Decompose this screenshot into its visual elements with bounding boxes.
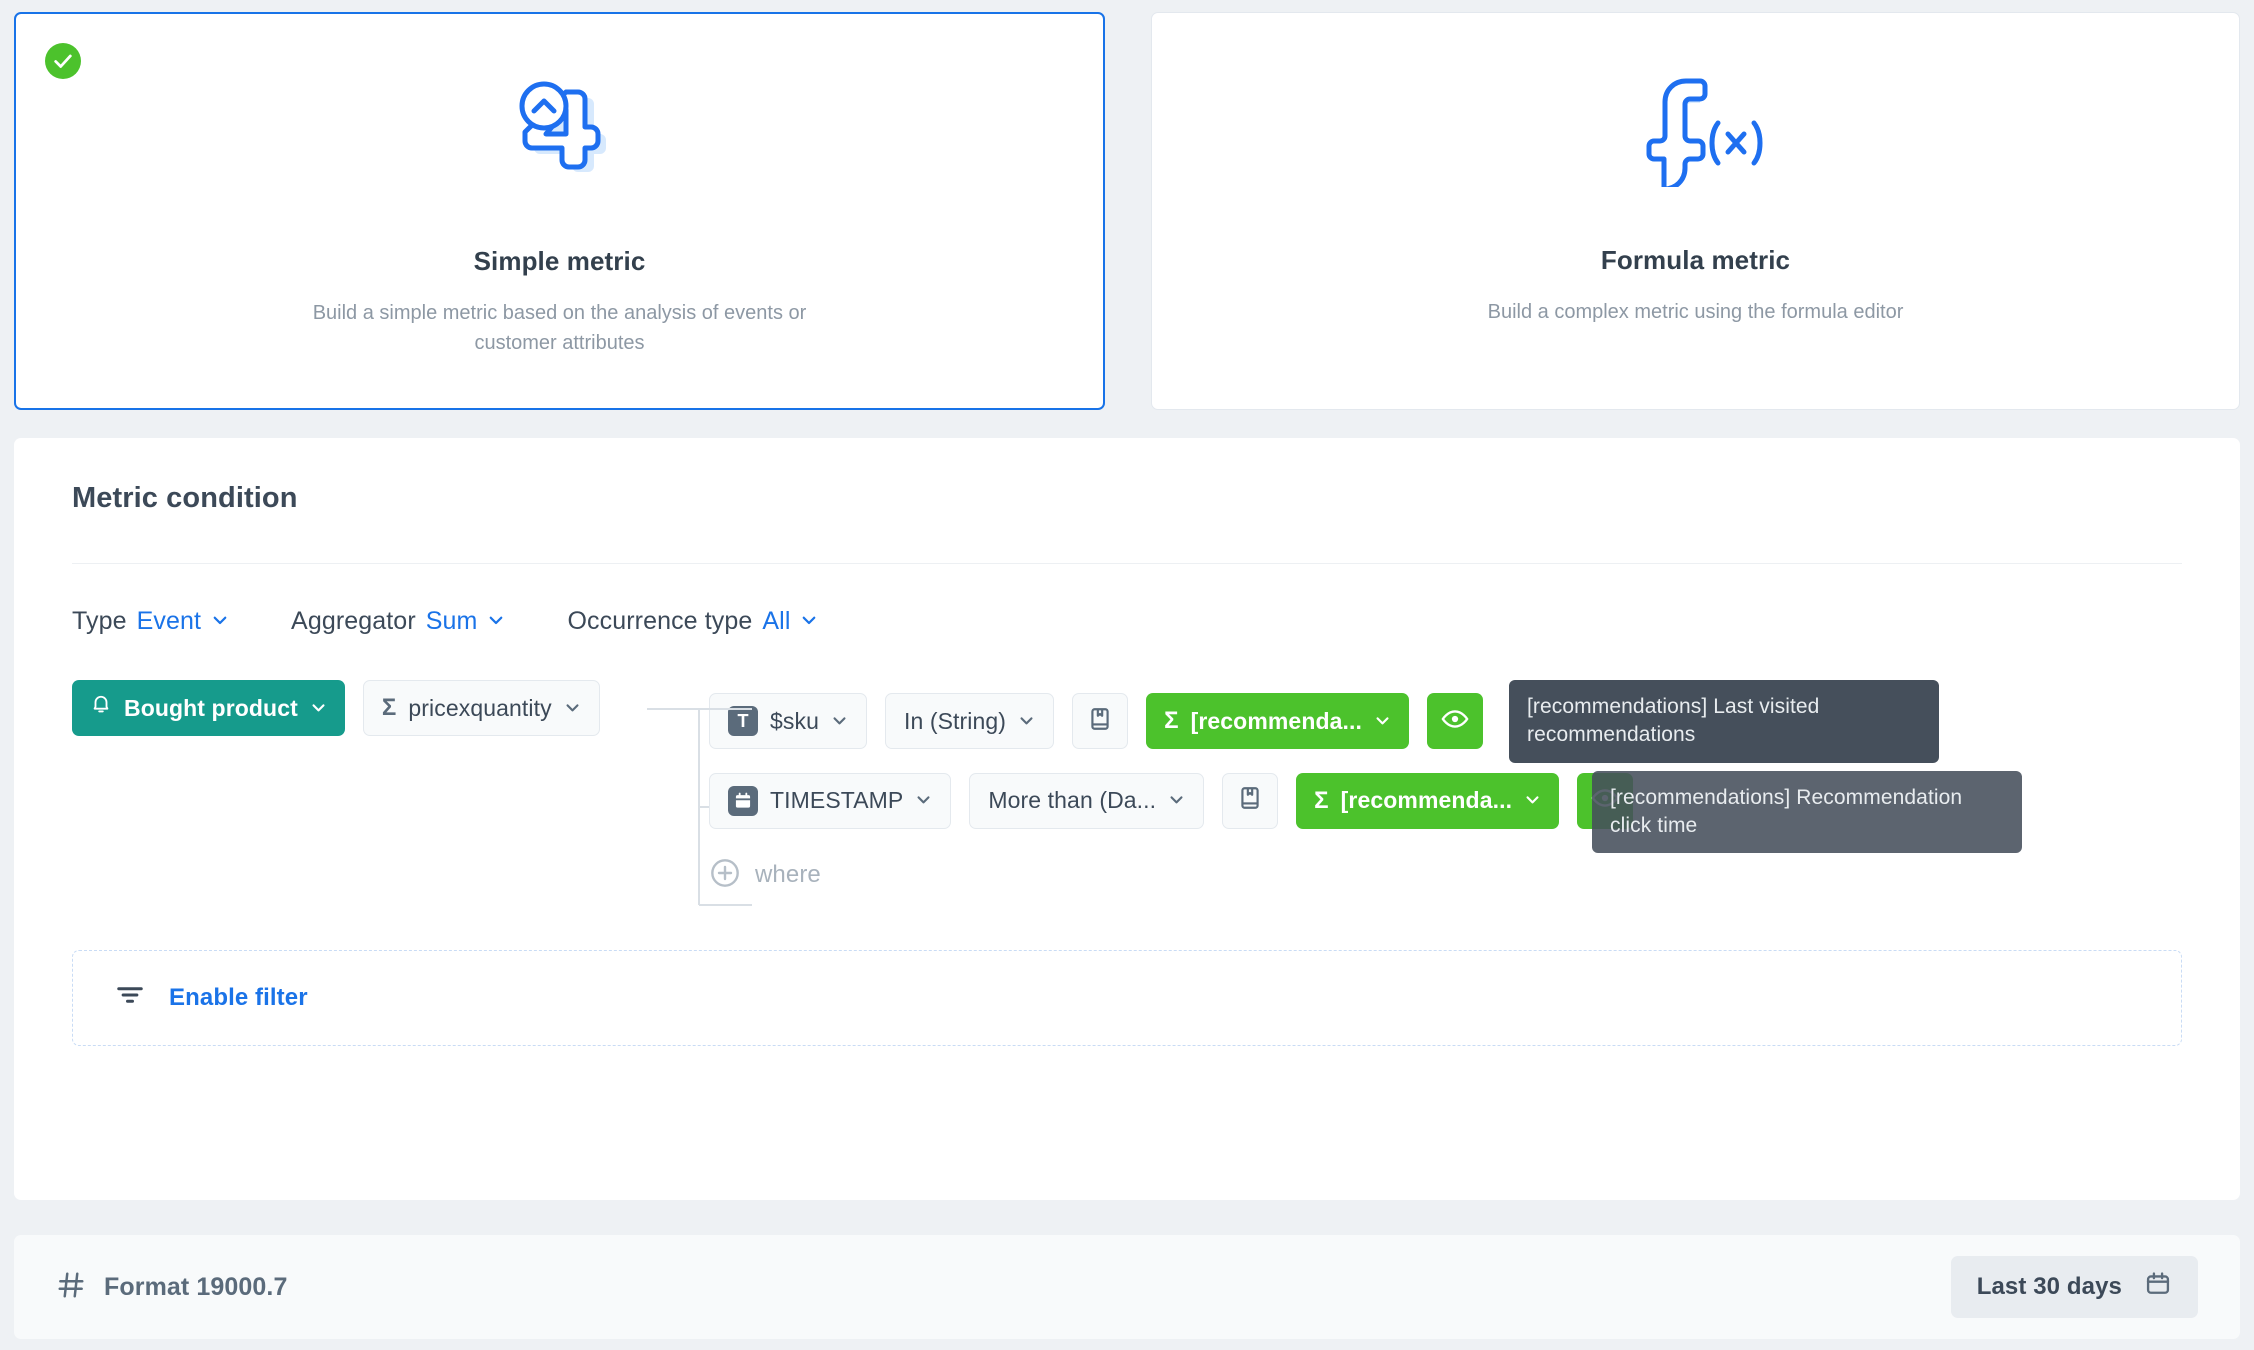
type-label: Type: [72, 607, 127, 635]
condition-row: TIMESTAMP More than (Da... Σ [recommenda…: [709, 770, 2182, 854]
operator-label: More than (Da...: [988, 787, 1157, 814]
card-description: Build a complex metric using the formula…: [1487, 301, 1904, 323]
tooltip-recommendation-click-time: [recommendations] Recommendation click t…: [1592, 770, 2022, 854]
card-title: Formula metric: [1600, 245, 1791, 275]
chevron-down-icon: [564, 695, 581, 722]
chevron-down-icon: [800, 607, 818, 636]
date-range-label: Last 30 days: [1976, 1273, 2122, 1300]
occurrence-type-label: Occurrence type: [567, 607, 753, 635]
value-chip-recommendations[interactable]: Σ [recommenda...: [1296, 772, 1560, 829]
page-title: Metric condition: [72, 482, 298, 514]
plus-circle-icon: [709, 857, 741, 894]
chevron-down-icon: [831, 708, 848, 735]
metric-selector-row: Type Event Aggregator Sum Occurrence typ…: [72, 607, 2182, 636]
operator-chip-more-than[interactable]: More than (Da...: [969, 772, 1205, 829]
aggregator-selector[interactable]: Aggregator Sum: [291, 607, 505, 636]
aggregator-label: Aggregator: [291, 607, 416, 635]
tooltip-last-visited: [recommendations] Last visited recommend…: [1508, 680, 1939, 763]
attribute-label: TIMESTAMP: [770, 787, 904, 814]
metric-type-card-group: Simple metric Build a simple metric base…: [0, 0, 2254, 410]
book-icon-button[interactable]: [1072, 693, 1129, 750]
chevron-down-icon: [487, 607, 505, 636]
filter-icon: [115, 980, 145, 1015]
add-where-row[interactable]: where: [709, 857, 2182, 894]
sigma-icon: Σ: [381, 694, 397, 721]
chevron-down-icon: [211, 607, 229, 636]
book-icon-button[interactable]: [1222, 772, 1279, 829]
calendar-type-icon: [728, 785, 758, 816]
value-chip-label: [recommenda...: [1340, 787, 1513, 814]
property-chip-label: pricexquantity: [408, 694, 552, 721]
text-type-icon: T: [728, 706, 758, 737]
format-label: Format 19000.7: [104, 1272, 288, 1301]
metric-builder-page: Simple metric Build a simple metric base…: [0, 0, 2254, 1350]
book-icon: [1237, 785, 1263, 816]
property-chip[interactable]: Σ pricexquantity: [362, 680, 600, 736]
card-title: Simple metric: [473, 246, 646, 276]
chevron-down-icon: [1524, 787, 1541, 814]
metric-type-card-simple[interactable]: Simple metric Build a simple metric base…: [14, 12, 1105, 410]
eye-icon: [1441, 705, 1469, 738]
condition-builder: Bought product Σ pricexquantity T $sku I…: [72, 680, 2182, 1046]
occurrence-type-value: All: [762, 607, 791, 635]
number-four-chevron-icon: [500, 68, 620, 188]
event-chip[interactable]: Bought product: [72, 680, 345, 736]
chevron-down-icon: [915, 787, 932, 814]
condition-row: T $sku In (String) Σ [recommenda... [rec…: [709, 680, 2182, 763]
attribute-chip-timestamp[interactable]: TIMESTAMP: [709, 772, 952, 829]
card-description: Build a simple metric based on the analy…: [312, 302, 807, 354]
hash-icon: [56, 1270, 86, 1305]
chevron-down-icon: [310, 695, 327, 722]
operator-chip-in-string[interactable]: In (String): [884, 693, 1055, 750]
sigma-icon: Σ: [1314, 786, 1329, 814]
bell-icon: [90, 694, 112, 722]
divider: [72, 563, 2182, 564]
occurrence-type-selector[interactable]: Occurrence type All: [567, 607, 818, 636]
enable-filter-box[interactable]: Enable filter: [72, 949, 2182, 1046]
value-chip-label: [recommenda...: [1190, 707, 1362, 734]
aggregator-value: Sum: [425, 607, 478, 635]
chevron-down-icon: [1018, 708, 1035, 735]
value-chip-recommendations[interactable]: Σ [recommenda...: [1146, 693, 1409, 750]
book-icon: [1087, 706, 1113, 737]
bottom-bar: Format 19000.7 Last 30 days: [14, 1235, 2240, 1339]
where-label: where: [755, 861, 821, 889]
event-chip-label: Bought product: [124, 694, 298, 721]
type-value: Event: [136, 607, 202, 635]
metric-type-card-formula[interactable]: Formula metric Build a complex metric us…: [1151, 12, 2240, 410]
metric-condition-panel: Metric condition Type Event Aggregator S…: [14, 438, 2240, 1200]
calendar-icon: [2144, 1270, 2172, 1305]
format-button[interactable]: Format 19000.7: [56, 1270, 287, 1305]
function-fx-icon: [1626, 67, 1766, 187]
chevron-down-icon: [1168, 787, 1185, 814]
sigma-icon: Σ: [1164, 707, 1179, 735]
attribute-label: $sku: [770, 707, 819, 734]
chevron-down-icon: [1374, 708, 1391, 735]
enable-filter-label: Enable filter: [169, 983, 308, 1011]
date-range-button[interactable]: Last 30 days: [1950, 1256, 2198, 1318]
attribute-chip-sku[interactable]: T $sku: [709, 693, 867, 750]
selected-check-icon: [45, 43, 81, 79]
type-selector[interactable]: Type Event: [72, 607, 229, 636]
condition-rows: T $sku In (String) Σ [recommenda... [rec…: [709, 680, 2182, 854]
operator-label: In (String): [903, 707, 1007, 734]
eye-icon-button[interactable]: [1426, 693, 1483, 750]
